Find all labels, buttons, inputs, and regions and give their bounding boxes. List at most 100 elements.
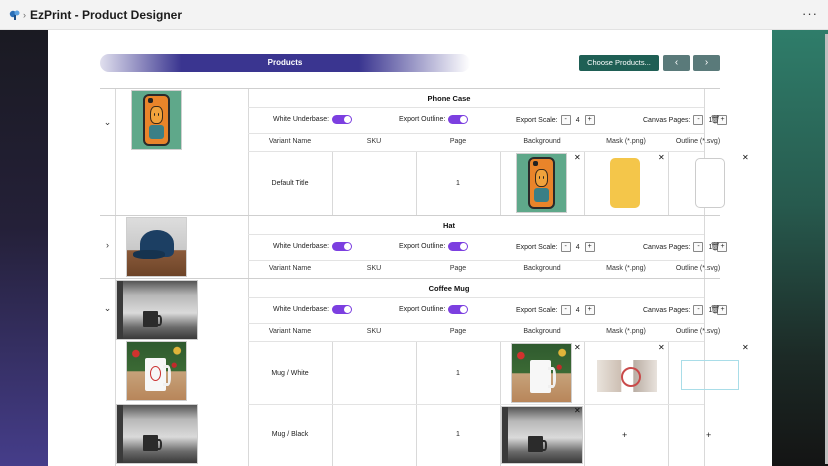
column-header: Page (449, 138, 467, 145)
background-left-panel (0, 30, 48, 466)
decrement-button[interactable]: - (560, 305, 571, 315)
products-header: Products (100, 54, 470, 72)
variant-name: Mug / Black (271, 431, 309, 438)
more-options-button[interactable]: ··· (802, 6, 818, 21)
background-image[interactable] (516, 153, 567, 213)
add-mask-icon[interactable]: + (622, 430, 627, 440)
white-underbase-toggle[interactable] (332, 242, 353, 251)
export-outline-toggle[interactable] (448, 305, 469, 314)
mask-image[interactable] (610, 158, 640, 208)
column-header: Mask (*.png) (606, 138, 646, 145)
variant-page: 1 (456, 431, 460, 438)
product-hat: › Hat White Underbase: Export Outline: E… (100, 215, 728, 278)
product-phone-case: ⌄ Phone Case White Underbase: Export Out… (100, 88, 749, 216)
white-underbase-label: White Underbase: (273, 116, 330, 123)
export-outline-label: Export Outline: (399, 306, 446, 313)
remove-outline-icon[interactable]: ✕ (742, 343, 749, 352)
column-header: Variant Name (268, 138, 312, 145)
white-underbase-toggle[interactable] (332, 305, 353, 314)
remove-background-icon[interactable]: ✕ (574, 343, 581, 352)
column-header: Background (523, 265, 561, 272)
product-thumbnail (116, 280, 198, 340)
column-header: SKU (366, 328, 382, 335)
remove-mask-icon[interactable]: ✕ (658, 153, 665, 162)
export-scale-stepper: - 4 + (560, 115, 595, 125)
white-underbase-label: White Underbase: (273, 306, 330, 313)
column-header: Background (523, 138, 561, 145)
export-scale-label: Export Scale: (516, 306, 558, 314)
variant-thumbnail (116, 404, 198, 464)
background-right-panel (772, 30, 828, 466)
export-outline-toggle[interactable] (448, 115, 469, 124)
collapse-chevron-icon[interactable]: ⌄ (100, 303, 115, 314)
product-options: White Underbase: Export Outline: Export … (248, 109, 728, 129)
export-outline-label: Export Outline: (399, 243, 446, 250)
column-header: Page (449, 265, 467, 272)
collapse-chevron-icon[interactable]: ⌄ (100, 117, 115, 128)
column-header: Outline (*.svg) (675, 328, 721, 335)
app-logo-icon (9, 10, 20, 20)
add-outline-icon[interactable]: + (706, 430, 711, 440)
export-scale-stepper: - 4 + (560, 305, 595, 315)
column-header: Mask (*.png) (606, 265, 646, 272)
decrement-button[interactable]: - (693, 242, 704, 252)
column-header: SKU (366, 138, 382, 145)
column-header: Variant Name (268, 265, 312, 272)
product-coffee-mug: ⌄ Coffee Mug White Underbase: Export Out… (100, 278, 749, 466)
column-header: Background (523, 328, 561, 335)
remove-background-icon[interactable]: ✕ (574, 406, 581, 415)
export-outline-label: Export Outline: (399, 116, 446, 123)
white-underbase-label: White Underbase: (273, 243, 330, 250)
remove-mask-icon[interactable]: ✕ (658, 343, 665, 352)
variant-name: Default Title (271, 180, 309, 187)
decrement-button[interactable]: - (693, 115, 704, 125)
export-outline-toggle[interactable] (448, 242, 469, 251)
variant-column-headers: Variant Name SKU Page Background Mask (*… (248, 323, 720, 339)
delete-product-icon[interactable]: 🗑 (710, 305, 720, 314)
export-scale-stepper: - 4 + (560, 242, 595, 252)
decrement-button[interactable]: - (693, 305, 704, 315)
column-header: Page (449, 328, 467, 335)
column-header: Outline (*.svg) (675, 265, 721, 272)
background-image[interactable] (501, 406, 583, 464)
expand-chevron-icon[interactable]: › (100, 240, 115, 250)
mask-image[interactable] (597, 360, 657, 392)
remove-outline-icon[interactable]: ✕ (742, 153, 749, 162)
white-underbase-toggle[interactable] (332, 115, 353, 124)
variant-thumbnail (126, 341, 187, 401)
decrement-button[interactable]: - (560, 242, 571, 252)
remove-background-icon[interactable]: ✕ (574, 153, 581, 162)
product-thumbnail (131, 90, 182, 150)
outline-image[interactable] (681, 360, 739, 390)
increment-button[interactable]: + (584, 305, 595, 315)
variant-row: Mug / Black 1 ✕ + + (248, 404, 711, 466)
export-scale-label: Export Scale: (516, 243, 558, 251)
increment-button[interactable]: + (584, 242, 595, 252)
next-button[interactable]: › (693, 55, 720, 71)
canvas-pages-label: Canvas Pages: (643, 306, 691, 314)
product-name: Hat (442, 221, 456, 230)
variant-row: Mug / White 1 ✕ ✕ ✕ (248, 341, 749, 404)
previous-button[interactable]: ‹ (663, 55, 690, 71)
products-header-label: Products (267, 58, 303, 67)
outline-image[interactable] (695, 158, 725, 208)
increment-button[interactable]: + (584, 115, 595, 125)
window-title: EzPrint - Product Designer (30, 8, 183, 22)
title-bar: › EzPrint - Product Designer ··· (0, 0, 828, 30)
decrement-button[interactable]: - (560, 115, 571, 125)
export-scale-label: Export Scale: (516, 116, 558, 124)
product-name: Coffee Mug (428, 284, 470, 293)
delete-product-icon[interactable]: 🗑 (710, 115, 720, 124)
column-header: SKU (366, 265, 382, 272)
chevron-right-icon: › (23, 10, 26, 20)
variant-column-headers: Variant Name SKU Page Background Mask (*… (248, 133, 720, 149)
variant-column-headers: Variant Name SKU Page Background Mask (*… (248, 260, 720, 276)
delete-product-icon[interactable]: 🗑 (710, 242, 720, 251)
variant-row: Default Title 1 ✕ ✕ ✕ (248, 151, 749, 216)
choose-products-button[interactable]: Choose Products... (579, 55, 659, 71)
variant-page: 1 (456, 180, 460, 187)
variant-name: Mug / White (271, 370, 309, 377)
column-header: Outline (*.svg) (675, 138, 721, 145)
background-image[interactable] (511, 343, 572, 403)
canvas-pages-label: Canvas Pages: (643, 243, 691, 251)
